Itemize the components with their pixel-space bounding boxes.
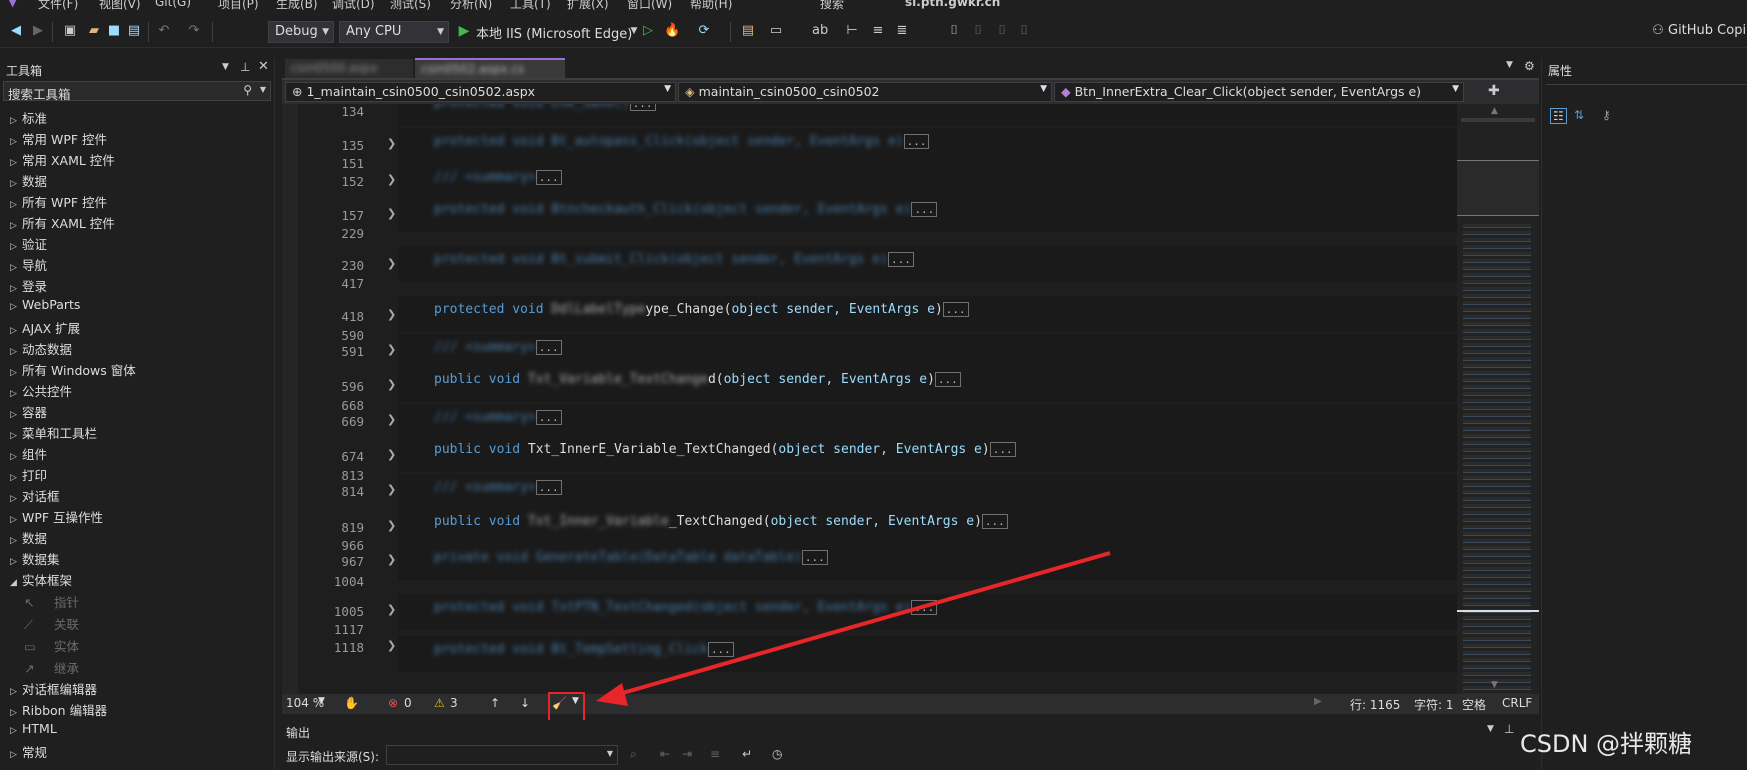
word-wrap-icon[interactable]: ↵ xyxy=(742,747,752,761)
alphabetical-icon[interactable]: ⇅ xyxy=(1574,108,1584,122)
prev-message-icon[interactable]: ⇤ xyxy=(660,747,670,761)
watermark: CSDN @拌颗糖 xyxy=(1520,730,1693,758)
find-message-icon[interactable]: ⌕ xyxy=(630,747,637,762)
clear-all-icon[interactable]: ≡ xyxy=(710,747,720,761)
output-title: 输出 xyxy=(286,726,311,740)
annotation-arrow xyxy=(596,551,1111,706)
output-source-select[interactable]: ▼ xyxy=(386,745,618,765)
property-pages-icon[interactable]: ⚷ xyxy=(1602,108,1611,122)
properties-panel: 属性 ☷ ⇅ ⚷ xyxy=(1541,58,1747,770)
output-source-label: 显示输出来源(S): xyxy=(286,750,380,764)
pin-icon[interactable]: ⊥ xyxy=(1504,722,1514,736)
categorized-icon[interactable]: ☷ xyxy=(1550,108,1567,124)
chevron-down-icon: ▼ xyxy=(606,749,613,758)
clock-icon[interactable]: ◷ xyxy=(772,747,782,761)
output-panel: 输出 ▼ ⊥ 显示输出来源(S): ▼ ⌕ ⇤ ⇥ ≡ ↵ ◷ xyxy=(282,720,1539,770)
chevron-down-icon[interactable]: ▼ xyxy=(1487,724,1494,734)
properties-title: 属性 xyxy=(1548,64,1573,78)
next-message-icon[interactable]: ⇥ xyxy=(682,747,692,761)
